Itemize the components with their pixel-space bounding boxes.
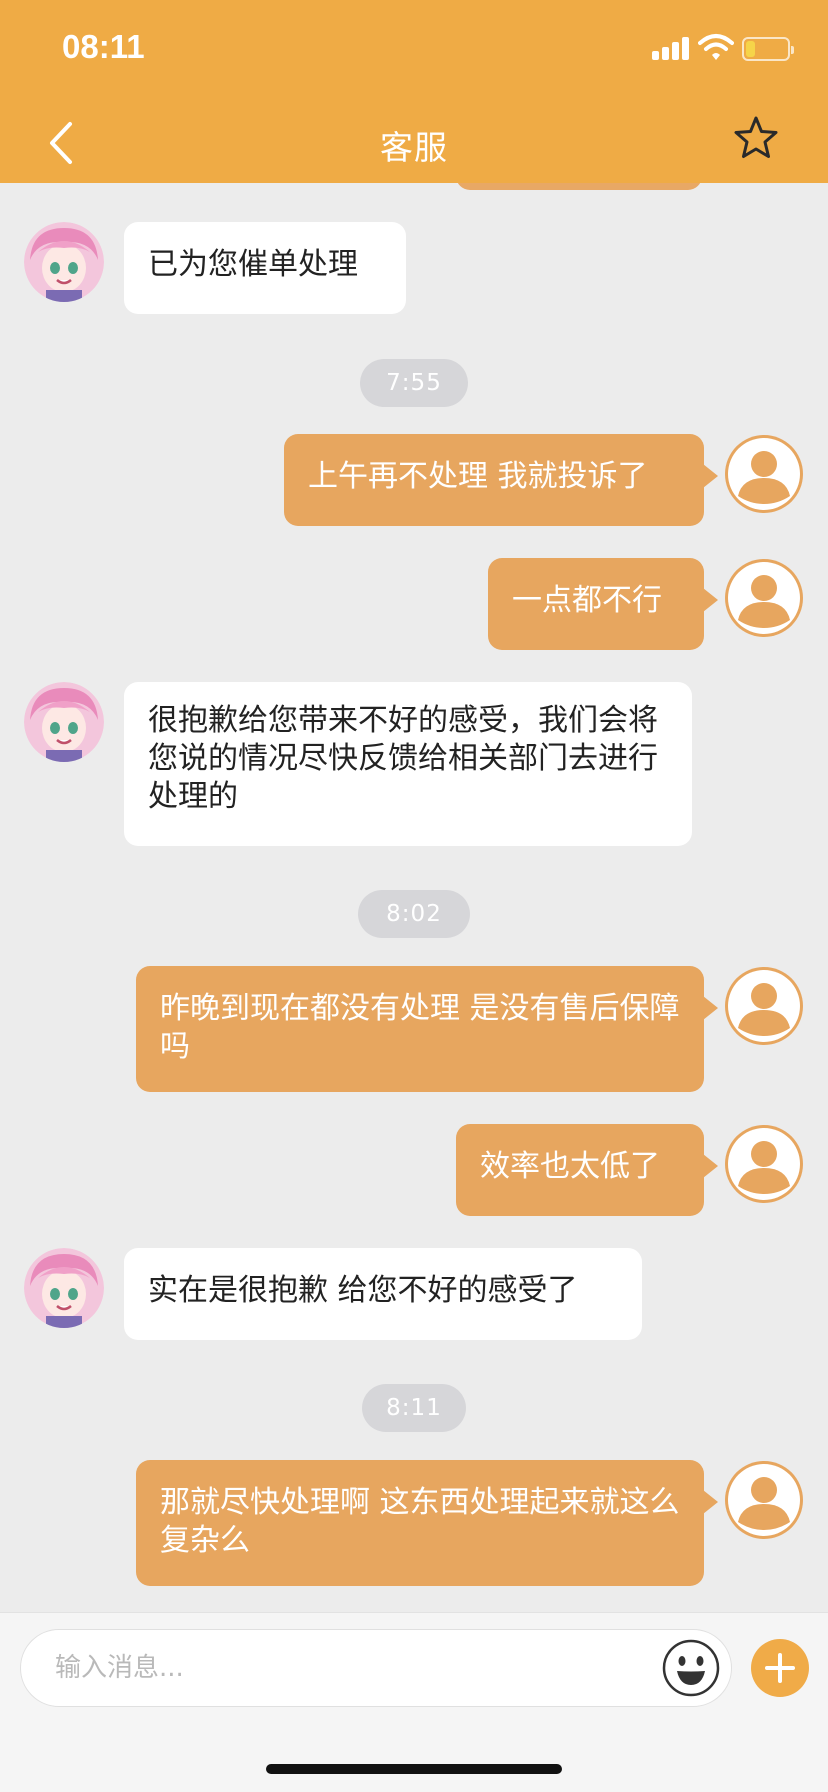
message-input-bar xyxy=(0,1612,828,1792)
message-text: 上午再不处理 我就投诉了 xyxy=(308,459,648,494)
page-title: 客服 xyxy=(380,128,448,167)
plus-icon xyxy=(765,1653,795,1683)
message-bubble-outgoing: 效率也太低了 xyxy=(456,1124,718,1216)
message-row: 昨晚到现在都没有处理 是没有售后保障吗 xyxy=(0,966,828,1092)
message-bubble-incoming: 已为您催单处理 xyxy=(124,222,406,314)
message-text: 昨晚到现在都没有处理 是没有售后保障吗 xyxy=(160,991,680,1064)
user-avatar-icon[interactable] xyxy=(724,1124,804,1204)
message-bubble-outgoing: 那就尽快处理啊 这东西处理起来就这么复杂么 xyxy=(136,1460,718,1586)
home-indicator[interactable] xyxy=(266,1764,562,1774)
message-text: 那就尽快处理啊 这东西处理起来就这么复杂么 xyxy=(160,1485,680,1558)
favorite-button[interactable] xyxy=(732,114,780,162)
timestamp-chip: 8:02 xyxy=(358,890,470,938)
message-row: 上午再不处理 我就投诉了 xyxy=(0,434,828,526)
message-text: 一点都不行 xyxy=(512,583,662,618)
user-avatar-icon[interactable] xyxy=(724,966,804,1046)
emoji-button[interactable] xyxy=(662,1639,720,1697)
message-row: 效率也太低了 xyxy=(0,1124,828,1216)
status-time: 08:11 xyxy=(62,28,145,65)
message-text: 已为您催单处理 xyxy=(148,247,358,282)
message-row: 那就尽快处理啊 这东西处理起来就这么复杂么 xyxy=(0,1460,828,1586)
message-input[interactable] xyxy=(20,1629,732,1707)
message-bubble-outgoing: 昨晚到现在都没有处理 是没有售后保障吗 xyxy=(136,966,718,1092)
message-text: 实在是很抱歉 给您不好的感受了 xyxy=(148,1273,578,1308)
message-row: 已为您催单处理 xyxy=(0,222,828,314)
add-button[interactable] xyxy=(751,1639,809,1697)
user-avatar-icon[interactable] xyxy=(724,434,804,514)
wifi-icon xyxy=(698,33,734,61)
user-avatar-icon[interactable] xyxy=(724,558,804,638)
battery-level xyxy=(746,41,755,57)
message-bubble-incoming: 实在是很抱歉 给您不好的感受了 xyxy=(124,1248,642,1340)
message-text: 很抱歉给您带来不好的感受，我们会将您说的情况尽快反馈给相关部门去进行处理的 xyxy=(148,703,658,814)
message-bubble-outgoing: 上午再不处理 我就投诉了 xyxy=(284,434,718,526)
message-text: 效率也太低了 xyxy=(480,1149,660,1184)
nav-bar: 08:11 客服 xyxy=(0,0,828,183)
message-bubble-outgoing: 一点都不行 xyxy=(488,558,718,650)
timestamp-chip: 8:11 xyxy=(362,1384,466,1432)
battery-icon xyxy=(742,37,794,61)
user-avatar-icon[interactable] xyxy=(724,1460,804,1540)
agent-avatar[interactable] xyxy=(24,222,104,302)
chat-area[interactable]: 已为您催单处理 7:55 上午再不处理 我就投诉了 一点都不行 很抱歉给您带来不… xyxy=(0,0,828,1612)
star-icon xyxy=(734,116,778,158)
message-row: 很抱歉给您带来不好的感受，我们会将您说的情况尽快反馈给相关部门去进行处理的 xyxy=(0,682,828,846)
message-row: 实在是很抱歉 给您不好的感受了 xyxy=(0,1248,828,1340)
message-row: 一点都不行 xyxy=(0,558,828,650)
cellular-signal-icon xyxy=(652,36,690,60)
agent-avatar[interactable] xyxy=(24,1248,104,1328)
timestamp-chip: 7:55 xyxy=(360,359,468,407)
agent-avatar[interactable] xyxy=(24,682,104,762)
message-bubble-incoming: 很抱歉给您带来不好的感受，我们会将您说的情况尽快反馈给相关部门去进行处理的 xyxy=(124,682,692,846)
smiley-icon xyxy=(662,1639,720,1697)
